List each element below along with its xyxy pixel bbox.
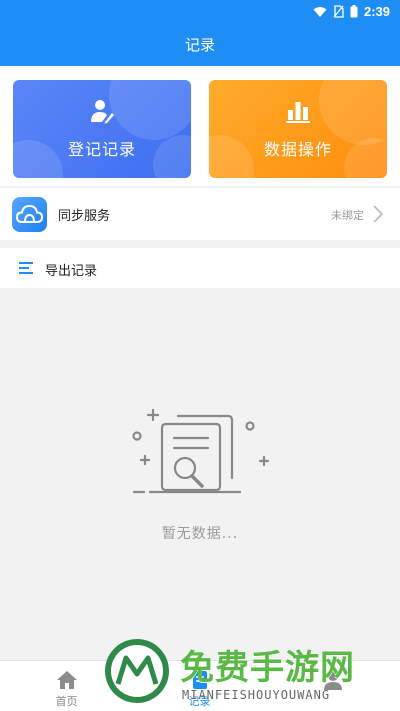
tab-record-label: 记录: [188, 695, 211, 708]
data-operation-card[interactable]: 数据操作: [209, 80, 387, 178]
home-icon: [56, 671, 77, 689]
tab-home-label: 首页: [55, 695, 78, 708]
export-records-row[interactable]: 导出记录: [0, 248, 400, 288]
battery-icon: [350, 5, 358, 18]
wifi-icon: [313, 6, 327, 17]
export-records-title: 导出记录: [45, 264, 98, 279]
tab-record[interactable]: 记录: [133, 661, 266, 711]
bottom-tab-bar: 首页 记录: [0, 660, 400, 711]
record-icon: [192, 671, 207, 689]
no-sim-icon: [333, 5, 344, 18]
status-icons: 2:39: [313, 4, 390, 19]
status-time: 2:39: [363, 4, 390, 19]
sync-title: 同步服务: [58, 209, 111, 224]
status-bar: 2:39: [0, 0, 400, 24]
empty-text: 暂无数据...: [161, 526, 239, 542]
tab-profile[interactable]: [266, 661, 399, 711]
profile-icon: [323, 671, 342, 690]
bar-chart-icon: [286, 102, 310, 123]
tab-home[interactable]: 首页: [0, 661, 133, 711]
cloud-icon: [15, 204, 44, 223]
empty-search-illustration: [132, 408, 270, 494]
data-operation-label: 数据操作: [263, 140, 332, 159]
register-record-card[interactable]: 登记记录: [13, 80, 191, 178]
sync-logo: [12, 197, 47, 232]
chevron-right-icon: [373, 205, 384, 223]
action-cards: 登记记录 数据操作: [0, 66, 400, 186]
menu-lines-icon: [19, 262, 33, 274]
sync-service-row[interactable]: 同步服务 未绑定: [0, 188, 400, 240]
user-edit-icon: [91, 100, 114, 124]
register-record-label: 登记记录: [67, 140, 136, 159]
page-title: 记录: [184, 36, 215, 54]
empty-state: 暂无数据...: [0, 288, 400, 660]
app-bar: 记录: [0, 24, 400, 66]
sync-status: 未绑定: [331, 209, 364, 222]
